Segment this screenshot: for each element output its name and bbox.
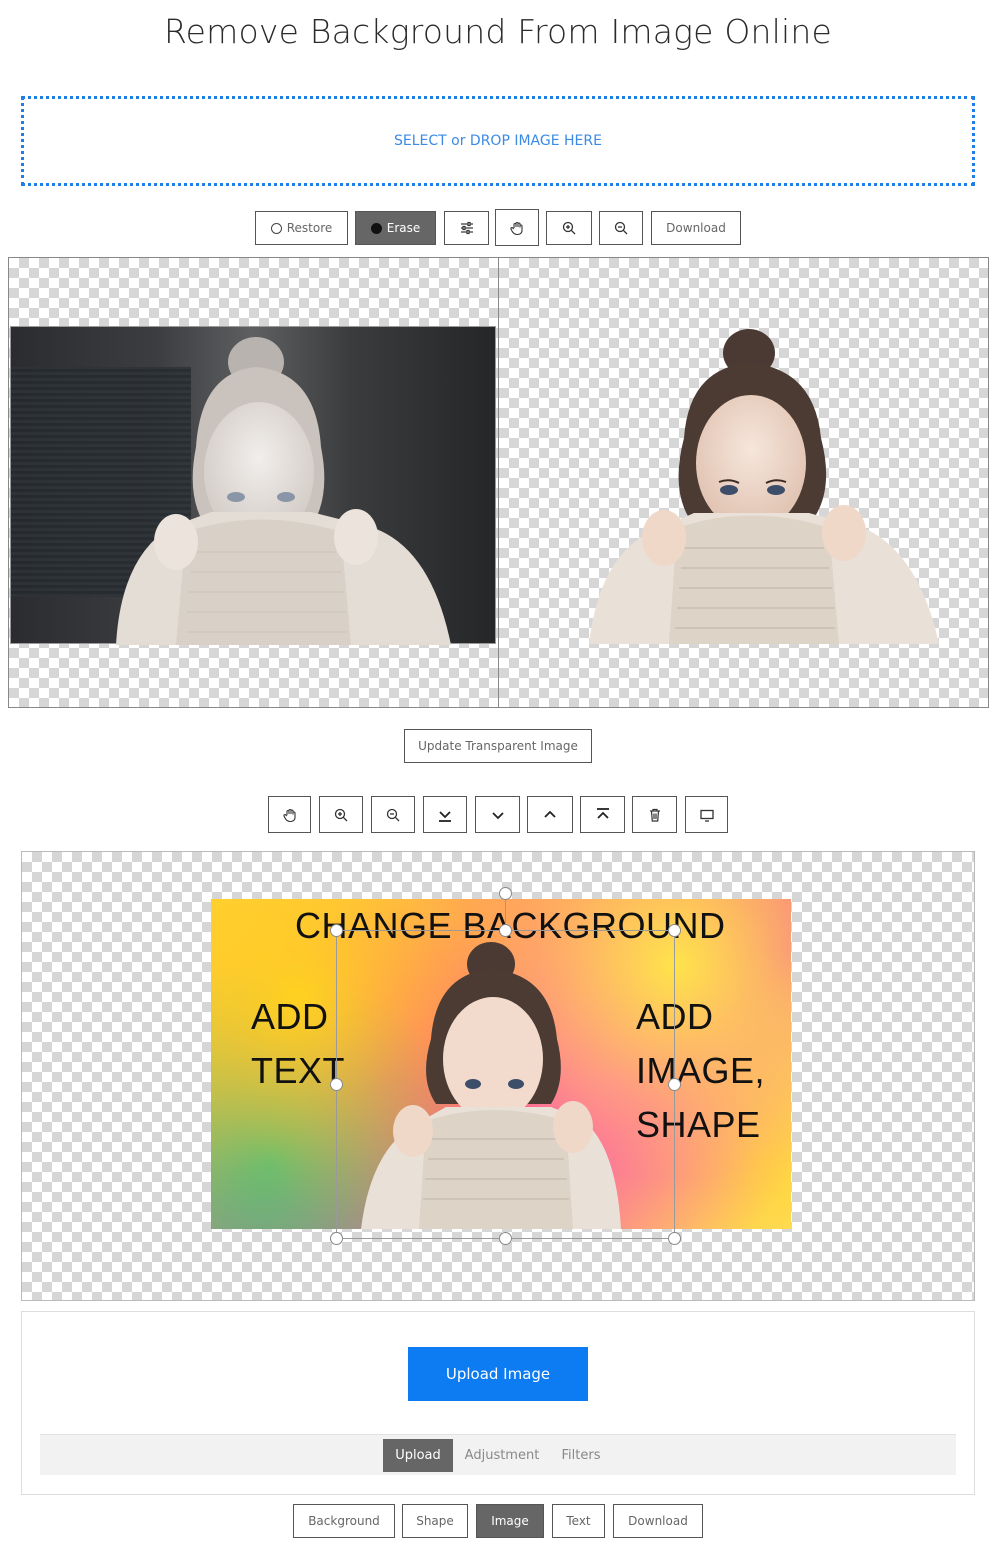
upload-label: Upload Image bbox=[445, 1365, 551, 1383]
send-to-back-icon bbox=[439, 810, 451, 822]
zoom-in-icon bbox=[334, 808, 348, 821]
drop-zone-label: SELECT or DROP IMAGE HERE bbox=[394, 133, 602, 149]
zoom-out-button[interactable] bbox=[599, 211, 643, 245]
send-to-back-button[interactable] bbox=[423, 796, 467, 833]
hand-icon bbox=[282, 808, 296, 822]
hand-icon bbox=[510, 221, 523, 235]
image-button[interactable]: Image bbox=[476, 1504, 544, 1538]
tab-filters-label: Filters bbox=[561, 1448, 601, 1463]
tab-filters[interactable]: Filters bbox=[551, 1439, 611, 1472]
background-button[interactable]: Background bbox=[293, 1504, 395, 1538]
download-final-button[interactable]: Download bbox=[613, 1504, 703, 1538]
delete-layer-button[interactable] bbox=[632, 796, 677, 833]
download-final-label: Download bbox=[628, 1514, 688, 1528]
send-backward-icon bbox=[491, 811, 504, 819]
radio-on-icon bbox=[370, 222, 382, 234]
bring-forward-button[interactable] bbox=[527, 796, 573, 833]
tab-upload[interactable]: Upload bbox=[383, 1439, 453, 1472]
tab-adjustment-label: Adjustment bbox=[464, 1448, 540, 1463]
collage-left-line2: TEXT bbox=[251, 1050, 346, 1091]
text-button-label: Text bbox=[566, 1514, 591, 1528]
resize-handle-right[interactable] bbox=[668, 1078, 681, 1091]
image-drop-zone[interactable]: SELECT or DROP IMAGE HERE bbox=[21, 96, 975, 186]
resize-handle-bottom-right[interactable] bbox=[668, 1232, 681, 1245]
editor-zoom-in-button[interactable] bbox=[319, 796, 363, 833]
faded-subject bbox=[116, 337, 451, 645]
restore-button[interactable]: Restore bbox=[255, 211, 348, 245]
collage-left-line1: ADD bbox=[251, 996, 329, 1037]
background-collage[interactable]: CHANGE BACKGROUND ADD TEXT ADD IMAGE, SH… bbox=[211, 899, 791, 1229]
settings-sliders-icon bbox=[460, 221, 473, 235]
monitor-icon bbox=[699, 809, 714, 822]
trash-icon bbox=[649, 808, 660, 822]
update-transparent-image-button[interactable]: Update Transparent Image bbox=[404, 729, 592, 763]
download-label: Download bbox=[666, 221, 726, 235]
zoom-in-icon bbox=[562, 221, 576, 235]
erase-label: Erase bbox=[386, 221, 421, 235]
resize-handle-top-right[interactable] bbox=[668, 924, 681, 937]
zoom-out-icon bbox=[614, 221, 628, 235]
update-label: Update Transparent Image bbox=[418, 739, 578, 753]
background-editor-canvas[interactable]: CHANGE BACKGROUND ADD TEXT ADD IMAGE, SH… bbox=[21, 851, 975, 1301]
zoom-in-button[interactable] bbox=[546, 211, 592, 245]
brush-settings-button[interactable] bbox=[444, 211, 489, 245]
send-backward-button[interactable] bbox=[475, 796, 520, 833]
image-button-label: Image bbox=[491, 1514, 529, 1528]
tab-adjustment[interactable]: Adjustment bbox=[458, 1439, 546, 1472]
resize-handle-left[interactable] bbox=[330, 1078, 343, 1091]
page-title: Remove Background From Image Online bbox=[164, 12, 832, 51]
collage-subject bbox=[361, 942, 621, 1229]
bring-forward-icon bbox=[544, 810, 556, 818]
resize-handle-top-left[interactable] bbox=[330, 924, 343, 937]
bring-to-front-icon bbox=[596, 807, 609, 819]
restore-label: Restore bbox=[286, 221, 333, 235]
editor-pan-button[interactable] bbox=[268, 796, 311, 833]
zoom-out-icon bbox=[386, 808, 400, 821]
resize-handle-bottom-left[interactable] bbox=[330, 1232, 343, 1245]
shape-button-label: Shape bbox=[416, 1514, 454, 1528]
resize-handle-bottom[interactable] bbox=[499, 1232, 512, 1245]
resize-handle-top[interactable] bbox=[499, 924, 512, 937]
collage-right-line2: IMAGE, bbox=[636, 1050, 766, 1091]
collage-right-line3: SHAPE bbox=[636, 1104, 761, 1145]
original-photo bbox=[10, 326, 496, 645]
download-transparent-button[interactable]: Download bbox=[651, 211, 741, 245]
radio-off-icon bbox=[270, 222, 282, 234]
bring-to-front-button[interactable] bbox=[580, 796, 625, 833]
transparent-result-canvas[interactable] bbox=[498, 257, 989, 708]
cutout-subject bbox=[589, 329, 939, 644]
original-image-canvas[interactable] bbox=[8, 257, 499, 708]
preview-button[interactable] bbox=[685, 796, 728, 833]
text-button[interactable]: Text bbox=[552, 1504, 605, 1538]
editor-zoom-out-button[interactable] bbox=[371, 796, 415, 833]
rotate-handle[interactable] bbox=[499, 887, 512, 900]
upload-image-button[interactable]: Upload Image bbox=[408, 1347, 588, 1401]
erase-button[interactable]: Erase bbox=[355, 211, 436, 245]
pan-button[interactable] bbox=[495, 209, 539, 246]
tab-upload-label: Upload bbox=[395, 1448, 441, 1463]
background-button-label: Background bbox=[308, 1514, 380, 1528]
shape-button[interactable]: Shape bbox=[402, 1504, 468, 1538]
